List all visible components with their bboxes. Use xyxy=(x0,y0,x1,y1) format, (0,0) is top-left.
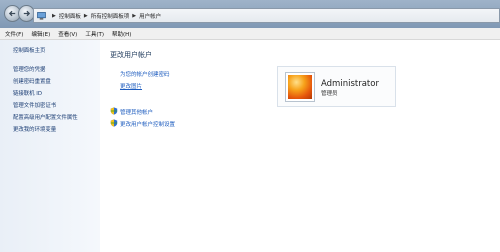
menu-edit[interactable]: 编辑(E) xyxy=(31,30,50,38)
sidebar-item-control-panel-home[interactable]: 控制面板主页 xyxy=(13,46,45,54)
chevron-right-icon: ▶ xyxy=(83,12,88,19)
breadcrumb-all-items[interactable]: 所有控制面板项 xyxy=(91,12,130,20)
sidebar-item-advanced-profile[interactable]: 配置高级用户配置文件属性 xyxy=(13,113,78,121)
uac-shield-icon xyxy=(110,119,118,127)
account-name: Administrator xyxy=(321,79,379,89)
manage-other-accounts-link[interactable]: 管理其他帐户 xyxy=(120,108,153,116)
change-picture-link[interactable]: 更改图片 xyxy=(120,82,142,90)
sidebar-item-encryption-certificates[interactable]: 管理文件加密证书 xyxy=(13,101,56,109)
back-arrow-icon xyxy=(8,10,16,17)
avatar[interactable] xyxy=(285,72,315,102)
sidebar-item-link-online-id[interactable]: 链接联机 ID xyxy=(13,89,42,97)
account-role: 管理员 xyxy=(321,91,338,97)
sidebar-item-manage-credentials[interactable]: 管理您的凭据 xyxy=(13,65,45,73)
user-picture xyxy=(288,75,312,99)
chevron-right-icon: ▶ xyxy=(132,12,137,19)
menu-bar: 文件(F) 编辑(E) 查看(V) 工具(T) 帮助(H) xyxy=(0,28,500,40)
title-bar: ▶ 控制面板 ▶ 所有控制面板项 ▶ 用户帐户 xyxy=(0,0,500,28)
main-panel: 更改用户帐户 为您的帐户创建密码 更改图片 管理其他帐户 更改用户帐户控制设置 … xyxy=(100,40,500,252)
control-panel-icon xyxy=(37,11,46,20)
page-title: 更改用户帐户 xyxy=(110,51,152,59)
address-bar[interactable]: ▶ 控制面板 ▶ 所有控制面板项 ▶ 用户帐户 xyxy=(33,8,500,23)
account-card: Administrator 管理员 xyxy=(277,66,396,107)
chevron-right-icon: ▶ xyxy=(52,12,56,19)
forward-arrow-icon xyxy=(23,10,31,17)
sidebar: 控制面板主页 管理您的凭据 创建密码重置盘 链接联机 ID 管理文件加密证书 配… xyxy=(0,40,100,252)
menu-view[interactable]: 查看(V) xyxy=(58,30,77,38)
menu-tools[interactable]: 工具(T) xyxy=(85,30,104,38)
breadcrumb-user-accounts[interactable]: 用户帐户 xyxy=(139,12,161,20)
uac-settings-link[interactable]: 更改用户帐户控制设置 xyxy=(120,120,175,128)
create-password-link[interactable]: 为您的帐户创建密码 xyxy=(120,70,170,78)
uac-shield-icon xyxy=(110,107,118,115)
menu-help[interactable]: 帮助(H) xyxy=(112,30,131,38)
sidebar-item-environment-variables[interactable]: 更改我的环境变量 xyxy=(13,125,56,133)
menu-file[interactable]: 文件(F) xyxy=(5,30,23,38)
breadcrumb-control-panel[interactable]: 控制面板 xyxy=(59,12,81,20)
sidebar-item-password-reset-disk[interactable]: 创建密码重置盘 xyxy=(13,77,51,85)
